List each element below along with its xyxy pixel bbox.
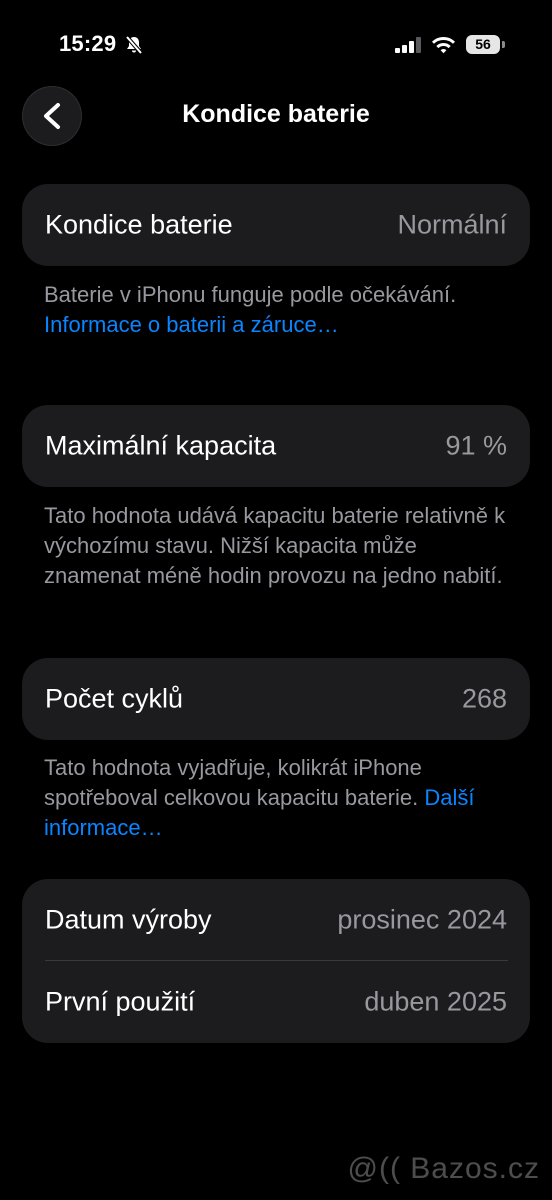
max-capacity-footnote: Tato hodnota udává kapacitu baterie rela… [44,501,514,591]
cycle-count-footnote: Tato hodnota vyjadřuje, kolikrát iPhone … [44,753,514,843]
manufacture-date-row: Datum výroby prosinec 2024 [22,879,530,961]
battery-condition-value: Normální [397,209,507,240]
manufacture-date-label: Datum výroby [45,904,212,935]
battery-level-badge: 56 [466,35,500,54]
max-capacity-footnote-text: Tato hodnota udává kapacitu baterie rela… [44,503,506,588]
battery-condition-group: Kondice baterie Normální [22,184,530,266]
page-title: Kondice baterie [182,100,370,128]
cellular-signal-icon [395,37,422,53]
max-capacity-row: Maximální kapacita 91 % [22,405,530,487]
battery-cap-icon [502,41,505,48]
first-use-value: duben 2025 [364,986,507,1017]
battery-warranty-link[interactable]: Informace o baterii a záruce… [44,312,339,337]
manufacture-date-value: prosinec 2024 [337,904,507,935]
status-time: 15:29 [59,31,117,56]
battery-condition-footnote-text: Baterie v iPhonu funguje podle očekávání… [44,282,457,307]
max-capacity-value: 91 % [445,430,507,461]
cycle-count-group: Počet cyklů 268 [22,658,530,740]
max-capacity-group: Maximální kapacita 91 % [22,405,530,487]
cycle-count-row: Počet cyklů 268 [22,658,530,740]
cycle-count-value: 268 [461,683,507,714]
dates-group: Datum výroby prosinec 2024 První použití… [22,879,530,1043]
battery-condition-footnote: Baterie v iPhonu funguje podle očekávání… [44,280,514,340]
max-capacity-label: Maximální kapacita [45,430,277,461]
bazos-watermark: @(( Bazos.cz [347,1152,540,1185]
bell-slash-icon [124,35,144,55]
cycle-count-label: Počet cyklů [45,683,184,714]
status-bar: 15:29 56 [0,0,552,90]
battery-condition-label: Kondice baterie [45,209,233,240]
wifi-icon [431,35,456,54]
first-use-row: První použití duben 2025 [22,961,530,1043]
battery-condition-row: Kondice baterie Normální [22,184,530,266]
first-use-label: První použití [45,986,196,1017]
cycle-count-footnote-text: Tato hodnota vyjadřuje, kolikrát iPhone … [44,755,425,810]
